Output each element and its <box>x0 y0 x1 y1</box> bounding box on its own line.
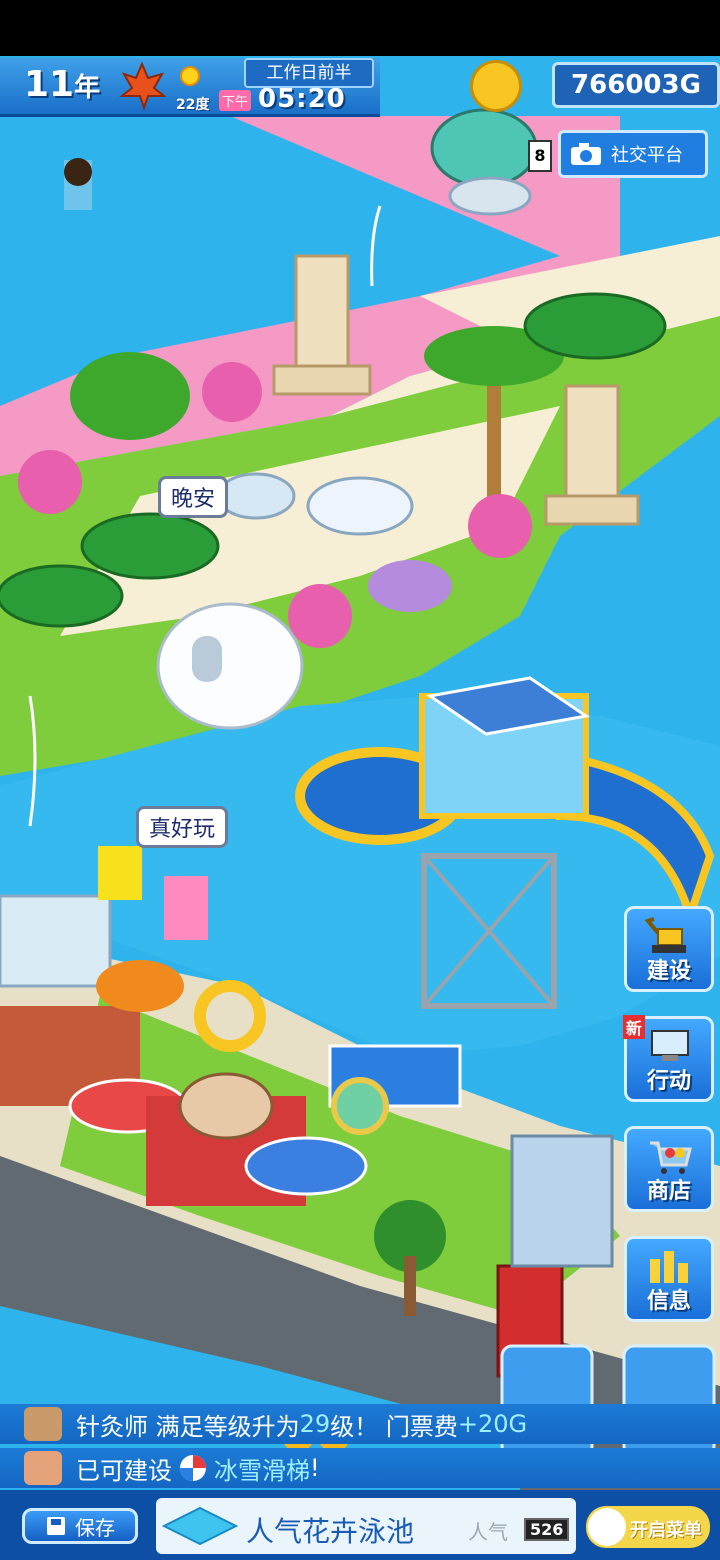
game-scene[interactable] <box>0 56 720 1500</box>
speech-bubble: 真好玩 <box>136 806 229 848</box>
park-name: 人气花卉泳池 <box>246 1515 415 1548</box>
character-face-icon <box>24 1451 62 1485</box>
message-highlight: 冰雪滑梯 <box>214 1456 310 1485</box>
popularity-value: 526 <box>524 1518 570 1541</box>
message-highlight: +20G <box>457 1410 528 1438</box>
info-label: 信息 <box>646 1289 691 1314</box>
excavator-icon <box>644 917 686 953</box>
beach-ball-icon <box>180 1455 206 1481</box>
info-button[interactable]: 信息 <box>624 1236 714 1322</box>
clock: 05:20 <box>258 84 346 114</box>
shopping-cart-icon <box>650 1141 692 1174</box>
shop-label: 商店 <box>646 1179 691 1204</box>
message-text: 级！ 门票费 <box>330 1412 458 1441</box>
ampm-badge: 下午 <box>219 90 252 111</box>
message-highlight: 29 <box>299 1410 331 1438</box>
social-label: 社交平台 <box>611 145 683 166</box>
chart-icon <box>650 1251 688 1283</box>
save-button[interactable]: 保存 <box>22 1508 138 1544</box>
social-button[interactable]: 社交平台 <box>558 130 708 178</box>
action-button[interactable]: 新 行动 <box>623 1015 714 1102</box>
pool-icon <box>162 1506 238 1546</box>
message-text: 针灸师 满足等级升为 <box>76 1412 300 1441</box>
popularity-label: 人气 <box>468 1520 508 1544</box>
save-icon <box>47 1517 65 1535</box>
menu-toggle-label: 开启菜单 <box>630 1520 702 1541</box>
camera-icon <box>571 143 601 165</box>
build-button[interactable]: 建设 <box>624 906 714 992</box>
computer-icon <box>651 1030 689 1061</box>
year-display: 11年 <box>24 64 101 105</box>
temperature: 22度 <box>176 97 210 113</box>
message-text: ! <box>310 1454 320 1482</box>
coin-icon <box>470 60 522 112</box>
message-line: 已可建设 冰雪滑梯! <box>0 1448 720 1488</box>
money-display: 766003G <box>552 62 720 108</box>
speech-bubble: 晚安 <box>158 476 229 518</box>
action-label: 行动 <box>646 1069 691 1094</box>
toggle-knob <box>588 1508 626 1546</box>
new-badge: 新 <box>623 1015 646 1039</box>
park-map <box>0 56 720 1500</box>
shop-button[interactable]: 商店 <box>624 1126 714 1212</box>
sun-icon <box>180 66 200 86</box>
menu-toggle[interactable]: 开启菜单 <box>586 1506 710 1548</box>
message-text: 已可建设 <box>76 1456 172 1485</box>
save-label: 保存 <box>75 1515 115 1540</box>
build-label: 建设 <box>646 959 691 984</box>
message-line: 针灸师 满足等级升为 29 级！ 门票费 +20G <box>0 1404 720 1444</box>
social-count: 8 <box>528 140 552 172</box>
maple-leaf-icon <box>119 62 166 110</box>
character-face-icon <box>24 1407 62 1441</box>
